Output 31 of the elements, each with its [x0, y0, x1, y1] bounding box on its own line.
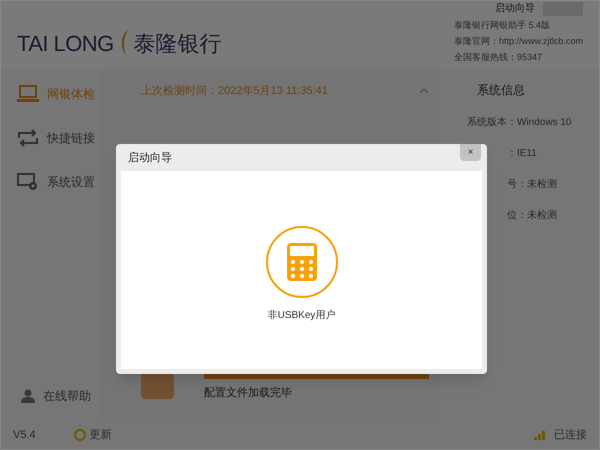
- progress-message: 配置文件加载完毕: [204, 386, 293, 400]
- system-info-text: ：IE11: [507, 147, 537, 161]
- sidebar-item[interactable]: 快捷链接: [17, 125, 101, 151]
- logo-text: TAI LONG: [17, 30, 114, 58]
- signal-icon: [534, 430, 546, 440]
- loop-arrows-icon: [17, 129, 39, 147]
- calculator-icon: [286, 242, 316, 280]
- dialog-title: 启动向导: [128, 150, 172, 166]
- app-info-text: 泰隆银行网银助手 5.4版: [454, 19, 550, 32]
- logo-chinese-text: 泰隆银行: [134, 30, 222, 58]
- system-info-text: 位：未检测: [507, 208, 557, 223]
- system-info-title: 系统信息: [477, 82, 525, 99]
- app-info-text: 泰隆官网：http://www.zjtlcb.com: [454, 35, 583, 48]
- system-info-text: 系统版本：Windows 10: [467, 116, 572, 130]
- refresh-icon[interactable]: [74, 429, 86, 441]
- start-check-button[interactable]: [141, 372, 174, 398]
- close-button[interactable]: ×: [460, 144, 481, 161]
- person-icon: [21, 389, 35, 403]
- sidebar-item[interactable]: 网银体检: [17, 81, 101, 107]
- caret-icon[interactable]: [419, 88, 429, 94]
- version-text: V5.4: [13, 428, 36, 443]
- monitor-gear-icon: [17, 173, 39, 191]
- system-info-text: 号：未检测: [507, 178, 557, 192]
- help-button[interactable]: 在线帮助: [1, 379, 101, 413]
- last-check-text: 上次检测时间：2022年5月13 11:35:41: [141, 84, 328, 99]
- update-link[interactable]: 更新: [90, 426, 112, 444]
- sidebar-item[interactable]: 系统设置: [17, 169, 101, 195]
- connection-status: 已连接: [554, 428, 587, 443]
- laptop-icon: [17, 85, 39, 103]
- app-info-text: 全国客服热线：95347: [454, 51, 542, 64]
- guide-button[interactable]: 启动向导: [495, 1, 535, 17]
